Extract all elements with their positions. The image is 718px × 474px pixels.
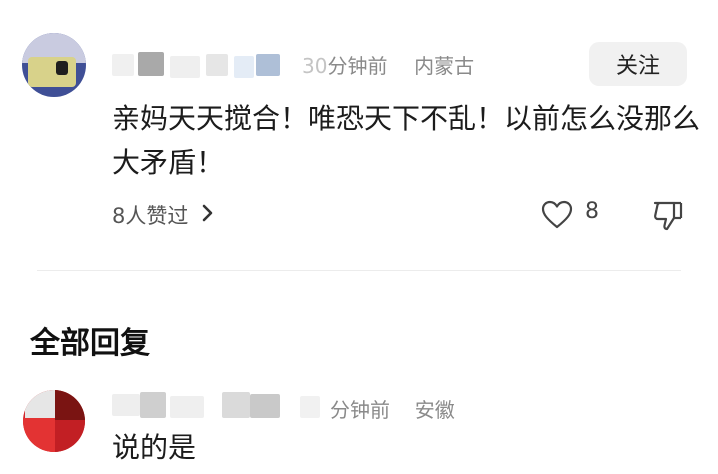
divider: [37, 270, 681, 271]
username-redacted[interactable]: [206, 54, 228, 76]
username-redacted[interactable]: [112, 394, 140, 416]
avatar[interactable]: [23, 390, 85, 452]
follow-button[interactable]: 关注: [589, 42, 687, 86]
follow-button-label: 关注: [615, 54, 660, 79]
username-redacted[interactable]: [140, 392, 166, 418]
username-redacted[interactable]: [170, 56, 200, 78]
likes-summary-link[interactable]: 8人赞过: [112, 200, 214, 230]
comment-time: 分钟前: [327, 54, 388, 78]
comment-time-partial: 30: [302, 54, 328, 78]
heart-outline-icon[interactable]: [541, 200, 573, 230]
chevron-right-icon: [202, 203, 214, 228]
username-redacted[interactable]: [250, 394, 280, 418]
section-title: 全部回复: [30, 326, 150, 361]
username-redacted[interactable]: [300, 396, 320, 418]
thumbs-down-icon[interactable]: [652, 198, 684, 232]
comment-text: 亲妈天天搅合！唯恐天下不乱！以前怎么没那么大矛盾！: [112, 102, 701, 179]
comment-location: 内蒙古: [414, 54, 475, 78]
likes-summary: 8人赞过: [112, 204, 189, 228]
reply-location: 安徽: [414, 398, 455, 422]
like-count: 8: [585, 199, 599, 224]
username-redacted[interactable]: [138, 52, 164, 76]
reply-text: 说的是: [112, 431, 197, 464]
avatar[interactable]: [22, 33, 86, 97]
username-redacted[interactable]: [234, 56, 254, 78]
reply-meta: 分钟前 安徽: [330, 394, 455, 423]
username-redacted[interactable]: [256, 54, 280, 76]
comment-meta: 30分钟前 内蒙古: [302, 50, 474, 79]
username-redacted[interactable]: [170, 396, 204, 418]
username-redacted[interactable]: [222, 392, 250, 418]
username-redacted[interactable]: [112, 54, 134, 76]
reply-time: 分钟前: [330, 398, 390, 422]
